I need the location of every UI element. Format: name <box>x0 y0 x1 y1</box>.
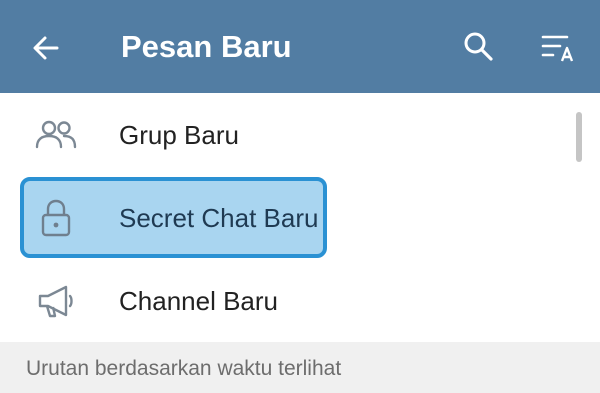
section-header-text: Urutan berdasarkan waktu terlihat <box>26 357 342 380</box>
search-button[interactable] <box>456 24 500 68</box>
menu-item-label: Secret Chat Baru <box>119 203 319 233</box>
menu-item-new-channel[interactable]: Channel Baru <box>0 259 600 343</box>
new-message-screen: Pesan Baru Grup Baru Secret Chat Baru Ch… <box>0 0 600 393</box>
lock-icon <box>34 196 78 240</box>
sort-button[interactable] <box>536 24 584 68</box>
megaphone-icon <box>34 279 78 323</box>
back-button[interactable] <box>24 26 68 70</box>
people-icon <box>34 113 78 157</box>
sort-section-header: Urutan berdasarkan waktu terlihat <box>0 342 600 393</box>
menu-item-label: Channel Baru <box>119 286 278 316</box>
sort-alphabetical-icon <box>541 35 574 62</box>
page-title: Pesan Baru <box>121 29 292 64</box>
search-icon <box>464 32 493 61</box>
menu-item-label: Grup Baru <box>119 120 239 150</box>
menu-item-new-group[interactable]: Grup Baru <box>0 93 600 177</box>
app-bar: Pesan Baru <box>0 0 600 93</box>
menu-item-new-secret-chat[interactable]: Secret Chat Baru <box>0 176 600 260</box>
arrow-left-icon <box>33 36 59 60</box>
